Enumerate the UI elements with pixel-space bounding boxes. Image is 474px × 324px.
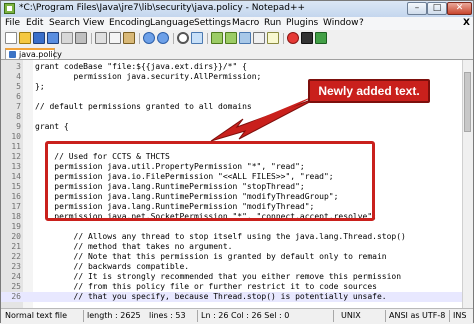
status-bar: Normal text file length : 2625 lines : 5… <box>1 308 473 323</box>
status-encoding: ANSI as UTF-8 <box>389 311 446 320</box>
callout-text: Newly added text. <box>318 84 420 98</box>
status-separator <box>197 310 198 322</box>
status-separator <box>333 310 334 322</box>
status-position: Ln : 26 Col : 26 Sel : 0 <box>201 311 290 320</box>
notepadpp-window: *C:\Program Files\Java\jre7\lib\security… <box>0 0 474 323</box>
status-mode: INS <box>453 311 467 320</box>
status-separator <box>83 310 84 322</box>
annotation-arrow <box>210 93 321 142</box>
annotation-callout: Newly added text. <box>308 79 430 103</box>
status-eol: UNIX <box>341 311 361 320</box>
status-lines: lines : 53 <box>149 311 186 320</box>
status-length: length : 2625 <box>87 311 141 320</box>
status-separator <box>449 310 450 322</box>
status-separator <box>385 310 386 322</box>
status-filetype: Normal text file <box>5 311 68 320</box>
